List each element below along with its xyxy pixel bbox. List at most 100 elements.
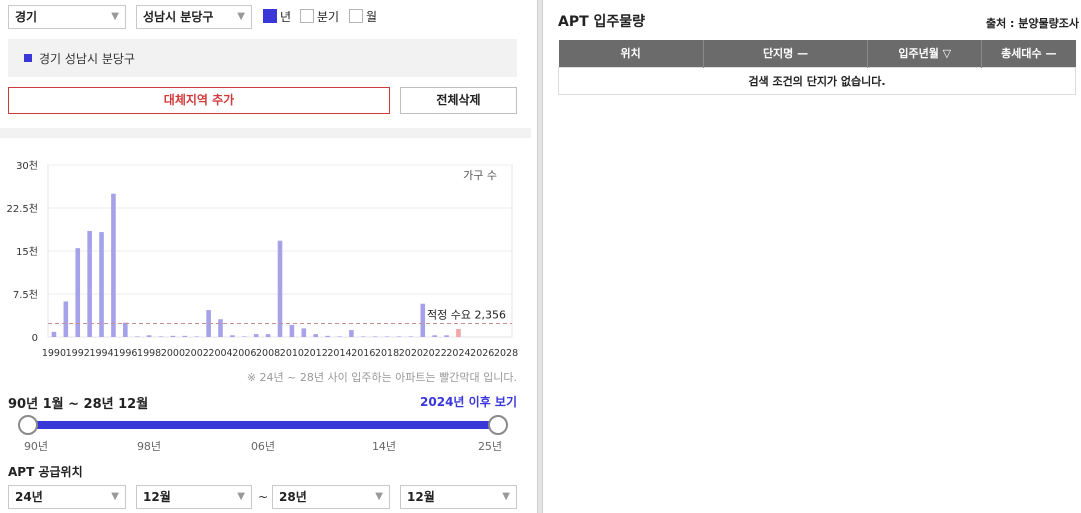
column-header-total-households[interactable]: 총세대수 — — [981, 40, 1076, 67]
checkbox-checked-icon — [263, 9, 277, 23]
slider-start-handle[interactable] — [18, 415, 38, 435]
chevron-down-icon: ▼ — [237, 11, 245, 22]
bar-2008[interactable] — [265, 334, 271, 337]
period-year-label: 년 — [280, 9, 292, 24]
period-year-checkbox[interactable]: 년 — [263, 8, 291, 24]
x-tick-label: 2022 — [423, 348, 447, 359]
selected-region-box: 경기 성남시 분당구 — [8, 39, 517, 77]
x-tick-label: 2020 — [399, 348, 423, 359]
bar-2019[interactable] — [396, 336, 402, 337]
period-quarter-checkbox[interactable]: 분기 — [300, 8, 339, 24]
apt-complex-table: 위치 단지명 — 입주년월 ▽ 총세대수 — 검색 조건의 단지가 없습니다. — [558, 40, 1076, 95]
bar-1998[interactable] — [146, 335, 152, 337]
x-tick-label: 2028 — [494, 348, 518, 359]
bar-1991[interactable] — [63, 301, 69, 337]
add-alternative-region-button[interactable]: 대체지역 추가 — [8, 87, 390, 114]
to-month-select[interactable]: 12월 ▼ — [400, 485, 517, 509]
selected-region-label: 경기 성남시 분당구 — [39, 52, 135, 66]
slider-tick: 98년 — [136, 440, 162, 453]
x-tick-label: 1998 — [137, 348, 161, 359]
chevron-down-icon: ▼ — [502, 491, 510, 502]
x-tick-label: 2008 — [256, 348, 280, 359]
x-tick-label: 1996 — [113, 348, 137, 359]
bar-1994[interactable] — [99, 232, 104, 337]
unit-label: 가구 수 — [463, 169, 497, 182]
from-month-value: 12월 — [143, 490, 171, 504]
from-month-select[interactable]: 12월 ▼ — [136, 485, 252, 509]
bars — [51, 193, 461, 337]
y-tick-label: 0 — [32, 333, 38, 344]
bar-2005[interactable] — [230, 335, 235, 337]
province-select-value: 경기 — [15, 10, 38, 24]
table-row: 검색 조건의 단지가 없습니다. — [558, 66, 1076, 95]
supply-location-title: APT 공급위치 — [8, 465, 83, 479]
bar-2009[interactable] — [277, 240, 283, 337]
bar-2021[interactable] — [420, 303, 426, 337]
x-tick-label: 2018 — [375, 348, 399, 359]
bar-2020[interactable] — [408, 336, 414, 337]
column-header-complex-name[interactable]: 단지명 — — [703, 40, 869, 67]
district-select[interactable]: 성남시 분당구 ▼ — [136, 5, 252, 29]
bar-1999[interactable] — [158, 336, 164, 337]
x-tick-label: 2014 — [327, 348, 351, 359]
column-header-location[interactable]: 위치 — [558, 40, 704, 67]
bar-2016[interactable] — [360, 336, 366, 337]
left-panel: 경기 ▼ 성남시 분당구 ▼ 년 분기 월 경기 성남시 분당구 대체지역 추가… — [0, 0, 531, 513]
bar-1996[interactable] — [123, 322, 128, 337]
right-panel: APT 입주물량 출처 : 분양물량조사 위치 단지명 — 입주년월 ▽ 총세대… — [543, 0, 1081, 513]
column-header-move-in-date[interactable]: 입주년월 ▽ — [867, 40, 983, 67]
apt-supply-title: APT 입주물량 — [558, 14, 646, 30]
bar-2012[interactable] — [313, 334, 318, 337]
y-tick-label: 22.5천 — [7, 203, 38, 215]
x-tick-label: 1992 — [66, 348, 90, 359]
bar-2010[interactable] — [289, 324, 295, 337]
province-select[interactable]: 경기 ▼ — [8, 5, 126, 29]
bar-2000[interactable] — [170, 335, 176, 337]
bar-1993[interactable] — [87, 230, 92, 337]
bar-2015[interactable] — [349, 330, 354, 337]
bar-1990[interactable] — [51, 331, 57, 337]
year-range-slider-track[interactable] — [28, 421, 498, 429]
bar-2018[interactable] — [384, 336, 390, 337]
bar-2006[interactable] — [242, 336, 247, 337]
chart-note: ※ 24년 ~ 28년 사이 입주하는 아파트는 빨간막대 입니다. — [246, 371, 517, 384]
slider-end-handle[interactable] — [488, 415, 508, 435]
x-tick-label: 1990 — [42, 348, 66, 359]
y-tick-label: 15천 — [16, 246, 38, 258]
district-select-value: 성남시 분당구 — [143, 10, 214, 24]
delete-all-button[interactable]: 전체삭제 — [400, 87, 517, 114]
bar-2011[interactable] — [301, 328, 307, 337]
x-tick-labels: 1990 1992 1994 1996 1998 2000 2002 2004 2006 2008… — [42, 348, 518, 359]
view-after-2024-link[interactable]: 2024년 이후 보기 — [420, 393, 517, 410]
period-month-label: 월 — [366, 9, 378, 24]
slider-tick: 06년 — [250, 440, 276, 453]
slider-tick: 90년 — [23, 440, 49, 453]
data-source-label: 출처 : 분양물량조사 — [985, 17, 1079, 30]
chevron-down-icon: ▼ — [111, 491, 119, 502]
bar-2004[interactable] — [218, 319, 223, 337]
bar-2001[interactable] — [182, 335, 188, 337]
chevron-down-icon: ▼ — [375, 491, 383, 502]
from-year-select[interactable]: 24년 ▼ — [8, 485, 126, 509]
bar-1997[interactable] — [134, 336, 140, 337]
bar-2014[interactable] — [337, 336, 342, 337]
to-year-select[interactable]: 28년 ▼ — [272, 485, 390, 509]
checkbox-empty-icon — [349, 9, 363, 23]
bar-2007[interactable] — [253, 334, 259, 337]
bar-2024[interactable] — [456, 328, 461, 337]
slider-tick: 25년 — [477, 440, 503, 453]
period-month-checkbox[interactable]: 월 — [349, 8, 377, 24]
x-tick-label: 2012 — [304, 348, 328, 359]
bar-2023[interactable] — [444, 335, 449, 337]
chevron-down-icon: ▼ — [111, 11, 119, 22]
bar-2002[interactable] — [194, 336, 200, 337]
y-tick-label: 30천 — [16, 160, 38, 172]
bar-2022[interactable] — [432, 335, 437, 337]
bar-2013[interactable] — [325, 335, 330, 337]
bar-2017[interactable] — [372, 336, 378, 337]
from-year-value: 24년 — [15, 490, 43, 504]
period-quarter-label: 분기 — [317, 9, 340, 24]
bar-1995[interactable] — [111, 193, 116, 337]
supply-bar-chart: 0 7.5천 15천 22.5천 30천 1990 1992 1994 1996 1998 200… — [0, 150, 531, 365]
to-month-value: 12월 — [407, 490, 435, 504]
